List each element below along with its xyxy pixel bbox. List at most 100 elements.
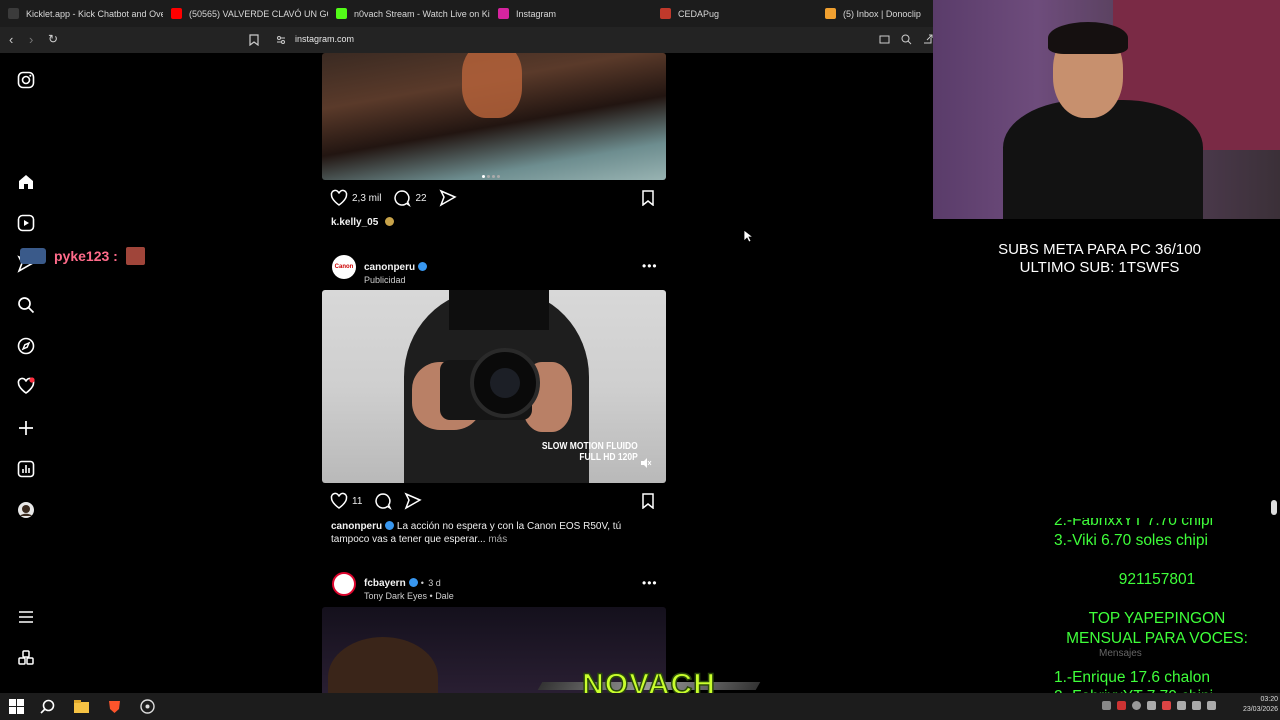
browser-tab[interactable]: n0vach Stream - Watch Live on Kick [328,0,490,27]
post3-username[interactable]: fcbayern [364,578,406,589]
browser-tab[interactable]: Kicklet.app - Kick Chatbot and Overl [0,0,163,27]
browser-tab[interactable]: Instagram [490,0,652,27]
goal-line1: SUBS META PARA PC 36/100 [998,241,1201,258]
back-icon[interactable]: ‹ [9,32,13,47]
chat-emote-icon [125,247,145,265]
explore-icon[interactable] [17,337,35,355]
brave-browser-icon[interactable] [107,699,122,714]
donor-line: 1.-Enrique 17.6 chalon [1054,668,1210,686]
site-settings-icon[interactable] [276,35,286,45]
notifications-icon[interactable] [17,377,35,395]
post2-more-options-icon[interactable]: ••• [642,259,658,273]
dashboard-icon[interactable] [17,460,35,478]
home-icon[interactable] [17,173,35,191]
goal-line2: ULTIMO SUB: 1TSWFS [1019,259,1180,276]
post2-username[interactable]: canonperu [364,262,415,273]
create-icon[interactable] [17,419,35,437]
post1-username[interactable]: k.kelly_05 [331,217,378,228]
post1-image[interactable] [322,53,666,180]
mute-icon[interactable] [640,457,652,469]
mensajes-label: Mensajes [1099,648,1142,659]
tab-favicon-icon [8,8,19,19]
post2-caption: canonperu La acción no espera y con la C… [331,520,651,546]
tab-label: CEDAPug [678,8,720,19]
scrollbar-thumb[interactable] [1271,500,1277,515]
overlay-line1: SLOW MOTION FLUIDO [542,441,638,452]
obs-icon[interactable] [140,699,155,714]
windows-taskbar: 03:20 23/03/2026 [0,693,1280,720]
profile-avatar-icon[interactable] [17,501,35,519]
windows-start-icon[interactable] [9,699,24,714]
cast-icon[interactable] [879,35,890,45]
post3-audio-2[interactable]: Dale [435,591,454,601]
comment-icon[interactable] [393,189,412,207]
mouse-cursor-icon [743,229,753,243]
post3-more-options-icon[interactable]: ••• [642,576,658,590]
more-apps-icon[interactable] [17,649,35,667]
like-icon[interactable] [330,189,348,207]
donor-line: 921157801 [1118,570,1196,588]
canon-avatar[interactable]: Canon [332,255,356,279]
post2-actions: 11 [330,491,426,511]
caption-username[interactable]: canonperu [331,521,382,532]
donor-line: TOP YAPEPINGON [1088,609,1226,627]
forward-icon[interactable]: › [29,32,33,47]
reload-icon[interactable]: ↻ [48,32,58,46]
video-overlay-text: SLOW MOTION FLUIDO FULL HD 120P [542,441,638,463]
browser-tab[interactable]: CEDAPug [652,0,817,27]
canon-logo-icon: Canon [334,264,354,270]
zoom-icon[interactable] [901,34,912,45]
post2-like-count: 11 [352,495,363,507]
caption-text-2: tampoco vas a tener que esperar... [331,534,486,545]
verified-icon [408,578,418,587]
taskbar-clock[interactable]: 03:20 23/03/2026 [1232,695,1278,715]
tab-favicon-icon [660,8,671,19]
post2-video[interactable]: SLOW MOTION FLUIDO FULL HD 120P [322,290,666,483]
tab-label: (5) Inbox | Donoclip [843,8,921,19]
post2-header: canonperu Publicidad [364,257,428,285]
tab-label: Kicklet.app - Kick Chatbot and Overl [26,8,163,19]
save-post-icon[interactable] [640,190,656,206]
tab-favicon-icon [336,8,347,19]
share-icon[interactable] [404,492,423,510]
share-icon[interactable] [438,189,457,207]
streamer-hair [1048,22,1128,54]
post1-username-row: k.kelly_05 [331,217,395,228]
taskbar-search-icon[interactable] [40,699,55,714]
browser-tab[interactable]: (5) Inbox | Donoclip [817,0,931,27]
like-icon[interactable] [330,492,348,510]
browser-tab[interactable]: (50565) VALVERDE CLAVÓ UN GOLA [163,0,328,27]
instagram-logo-icon[interactable] [17,71,35,89]
share-icon[interactable] [922,34,933,45]
fcbayern-avatar[interactable] [332,572,356,596]
tab-favicon-icon [498,8,509,19]
post1-comment-count: 22 [415,192,427,204]
search-icon[interactable] [17,296,35,314]
clock-time: 03:20 [1260,696,1278,703]
url-text[interactable]: instagram.com [295,34,354,44]
comment-icon[interactable] [374,492,393,510]
reels-icon[interactable] [17,214,35,232]
donor-line [1054,648,1260,668]
camera-lens [470,348,540,418]
post1-like-count: 2,3 mil [352,192,382,204]
donor-line [1054,589,1260,609]
system-tray-icons[interactable] [1102,701,1232,712]
carousel-dots [482,165,506,178]
verified-icon [385,521,395,530]
post1-hair [462,53,522,118]
overlay-line2: FULL HD 120P [579,452,638,463]
file-explorer-icon[interactable] [74,699,89,714]
menu-icon[interactable] [17,608,35,626]
streamer-webcam [933,0,1280,219]
instagram-sidebar [0,53,60,693]
tab-label: Instagram [516,8,557,19]
bookmark-icon[interactable] [249,34,259,46]
post3-audio[interactable]: Tony Dark Eyes [364,591,427,601]
tab-favicon-icon [825,8,836,19]
save-post-icon[interactable] [640,493,656,509]
donor-line: 2.-FabrixxYT 7.70 chipi [1054,518,1214,529]
caption-text: La acción no espera y con la Canon EOS R… [396,521,622,532]
caption-more-link[interactable]: más [488,534,507,545]
post2-subtitle: Publicidad [364,275,406,285]
